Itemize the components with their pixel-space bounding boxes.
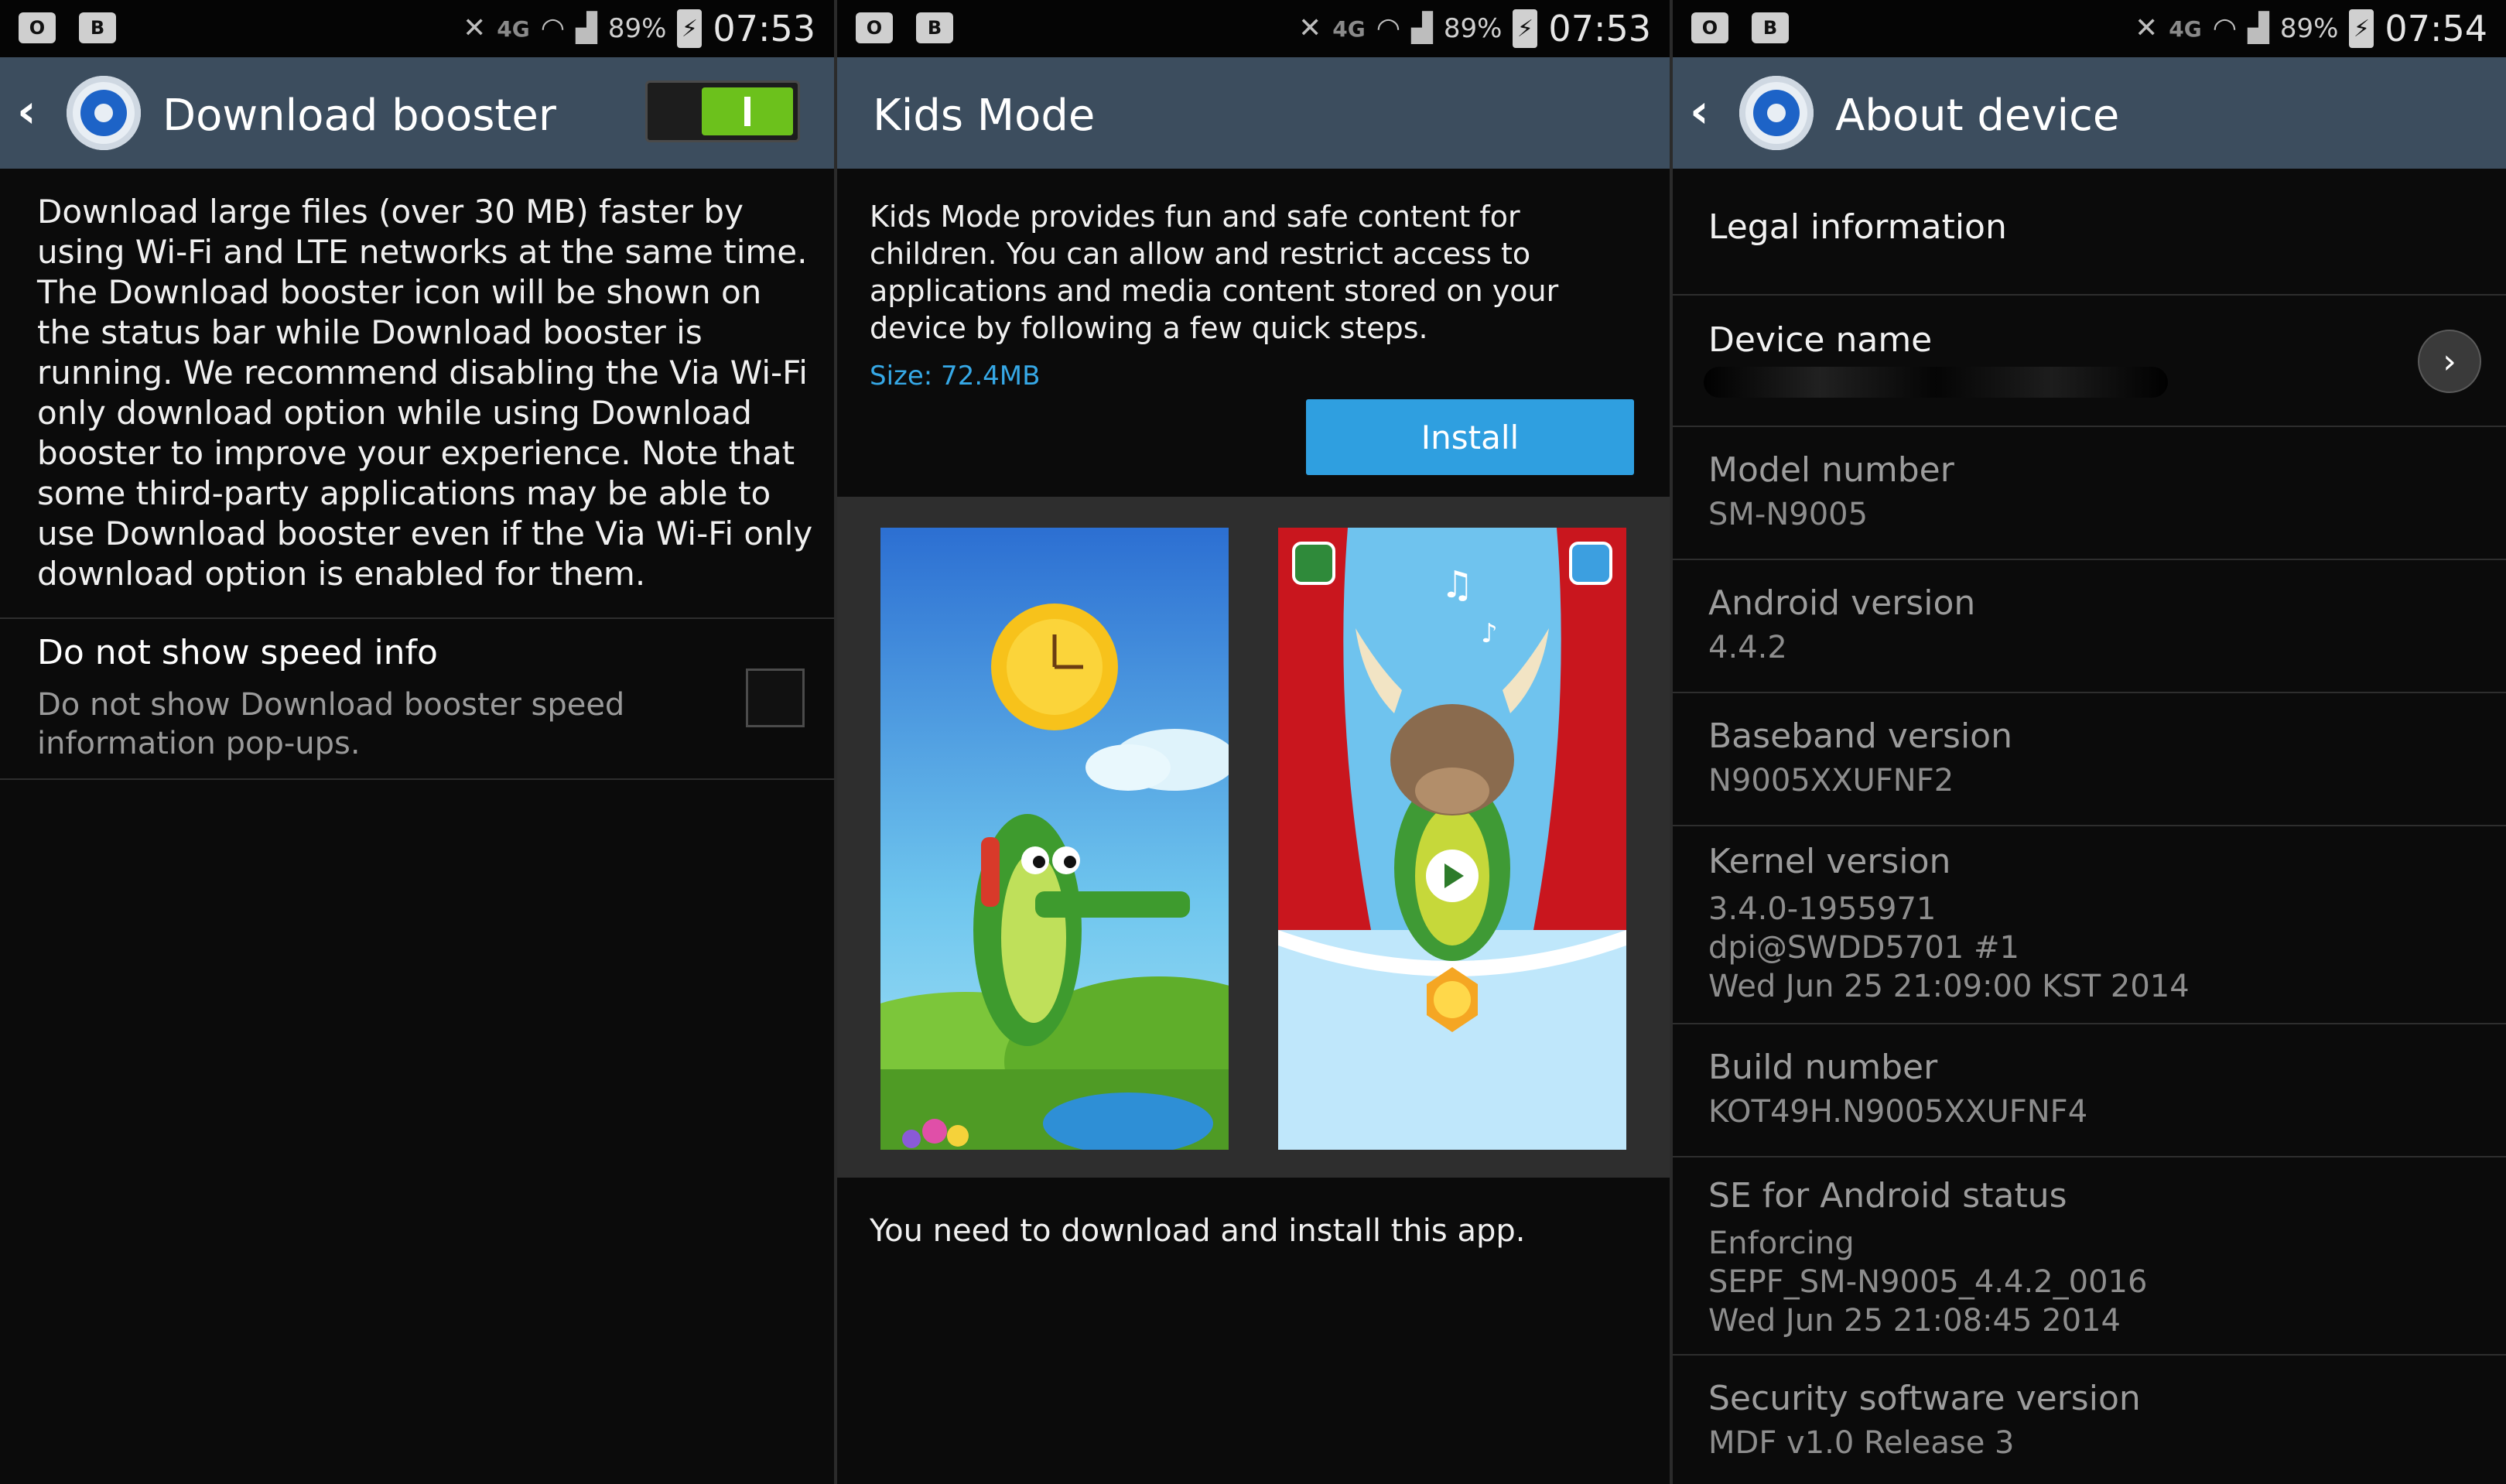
bbm-notification-icon: B — [1752, 12, 1789, 43]
item-value: SM-N9005 — [1708, 497, 1868, 532]
divider — [0, 617, 834, 619]
battery-percent: 89% — [2279, 13, 2339, 44]
wifi-icon: ◠ — [2212, 12, 2238, 44]
item-value: 3.4.0-1955971 dpi@SWDD5701 #1 Wed Jun 25… — [1708, 891, 2190, 1004]
bbm-notification-icon: B — [916, 12, 953, 43]
se-android-status-item: SE for Android status Enforcing SEPF_SM-… — [1673, 1157, 2506, 1354]
battery-percent: 89% — [1443, 13, 1503, 44]
battery-charging-icon: ⚡ — [677, 9, 703, 48]
build-number-item: Build number KOT49H.N9005XXUFNF4 — [1673, 1024, 2506, 1156]
toggle-knob — [702, 87, 793, 135]
signal-icon: ▟ — [1411, 12, 1433, 44]
item-label: Baseband version — [1708, 716, 2012, 756]
item-label: Security software version — [1708, 1379, 2141, 1418]
app-size: Size: 72.4MB — [870, 361, 1041, 392]
security-software-version-item: Security software version MDF v1.0 Relea… — [1673, 1356, 2506, 1484]
svg-text:♪: ♪ — [1481, 618, 1498, 649]
chevron-right-icon[interactable]: › — [2418, 330, 2481, 393]
item-label: Kernel version — [1708, 842, 1951, 881]
status-clock: 07:54 — [2385, 8, 2487, 50]
kids-mode-screen: O B ✕ 4G ◠ ▟ 89% ⚡ 07:53 Kids Mode Kids … — [837, 0, 1670, 1484]
divider — [0, 778, 834, 780]
preview-moose-stage[interactable]: ♫ ♪ — [1278, 528, 1626, 1150]
action-bar: Kids Mode — [837, 57, 1670, 169]
speed-info-checkbox[interactable] — [746, 668, 805, 727]
install-note: You need to download and install this ap… — [870, 1213, 1526, 1249]
about-device-screen: O B ✕ 4G ◠ ▟ 89% ⚡ 07:54 ‹ About device … — [1673, 0, 2506, 1484]
network-type-icon: 4G — [1332, 15, 1366, 42]
status-clock: 07:53 — [1548, 8, 1651, 50]
battery-charging-icon: ⚡ — [1513, 9, 1538, 48]
signal-icon: ▟ — [2248, 12, 2269, 44]
screenshot-gallery[interactable]: ♫ ♪ — [837, 497, 1670, 1178]
outlook-notification-icon: O — [1691, 12, 1728, 43]
install-button[interactable]: Install — [1306, 399, 1634, 475]
kernel-version-item: Kernel version 3.4.0-1955971 dpi@SWDD570… — [1673, 826, 2506, 1023]
item-label: Device name — [1708, 320, 1933, 360]
item-value: MDF v1.0 Release 3 — [1708, 1425, 2015, 1461]
settings-gear-icon — [67, 76, 141, 150]
android-version-item: Android version 4.4.2 — [1673, 560, 2506, 692]
action-bar: ‹ Download booster — [0, 57, 834, 169]
outlook-notification-icon: O — [856, 12, 893, 43]
action-bar: ‹ About device — [1673, 57, 2506, 169]
download-booster-description: Download large files (over 30 MB) faster… — [37, 193, 813, 593]
wifi-icon: ◠ — [1376, 12, 1401, 44]
battery-percent: 89% — [607, 13, 667, 44]
download-booster-toggle[interactable] — [645, 80, 800, 142]
item-label: Android version — [1708, 583, 1976, 623]
page-title: About device — [1835, 91, 2120, 141]
device-name-item[interactable]: Device name › — [1673, 296, 2506, 426]
mute-vibrate-icon: ✕ — [1298, 12, 1322, 44]
option-subtitle: Do not show Download booster speed infor… — [37, 687, 625, 761]
back-arrow-icon[interactable]: ‹ — [1690, 88, 1709, 135]
baseband-version-item: Baseband version N9005XXUFNF2 — [1673, 693, 2506, 825]
item-value: 4.4.2 — [1708, 630, 1787, 665]
item-label: Build number — [1708, 1048, 1938, 1087]
settings-gear-icon — [1739, 76, 1814, 150]
wifi-icon: ◠ — [540, 12, 566, 44]
status-bar: O B ✕ 4G ◠ ▟ 89% ⚡ 07:53 — [837, 0, 1670, 57]
item-label: Legal information — [1708, 207, 2007, 247]
item-value: Enforcing SEPF_SM-N9005_4.4.2_0016 Wed J… — [1708, 1226, 2148, 1339]
item-value: N9005XXUFNF2 — [1708, 763, 1954, 798]
status-bar: O B ✕ 4G ◠ ▟ 89% ⚡ 07:54 — [1673, 0, 2506, 57]
network-type-icon: 4G — [2169, 15, 2202, 42]
bbm-notification-icon: B — [79, 12, 116, 43]
svg-text:♫: ♫ — [1441, 563, 1474, 607]
item-label: SE for Android status — [1708, 1176, 2067, 1216]
option-title: Do not show speed info — [37, 633, 438, 672]
status-clock: 07:53 — [713, 8, 815, 50]
outlook-notification-icon: O — [19, 12, 56, 43]
model-number-item: Model number SM-N9005 — [1673, 427, 2506, 559]
battery-charging-icon: ⚡ — [2349, 9, 2374, 48]
legal-information-item[interactable]: Legal information — [1673, 169, 2506, 294]
back-arrow-icon[interactable]: ‹ — [17, 88, 36, 135]
kids-mode-description: Kids Mode provides fun and safe content … — [870, 200, 1559, 345]
download-booster-screen: O B ✕ 4G ◠ ▟ 89% ⚡ 07:53 ‹ Download boos… — [0, 0, 834, 1484]
item-label: Model number — [1708, 450, 1954, 490]
network-type-icon: 4G — [497, 15, 530, 42]
mute-vibrate-icon: ✕ — [2135, 12, 2159, 44]
mute-vibrate-icon: ✕ — [463, 12, 487, 44]
page-title: Kids Mode — [873, 91, 1096, 141]
redacted-device-name — [1704, 367, 2168, 398]
item-value: KOT49H.N9005XXUFNF4 — [1708, 1094, 2088, 1130]
page-title: Download booster — [162, 91, 556, 141]
status-bar: O B ✕ 4G ◠ ▟ 89% ⚡ 07:53 — [0, 0, 834, 57]
preview-crocodile[interactable] — [880, 528, 1229, 1150]
signal-icon: ▟ — [576, 12, 597, 44]
